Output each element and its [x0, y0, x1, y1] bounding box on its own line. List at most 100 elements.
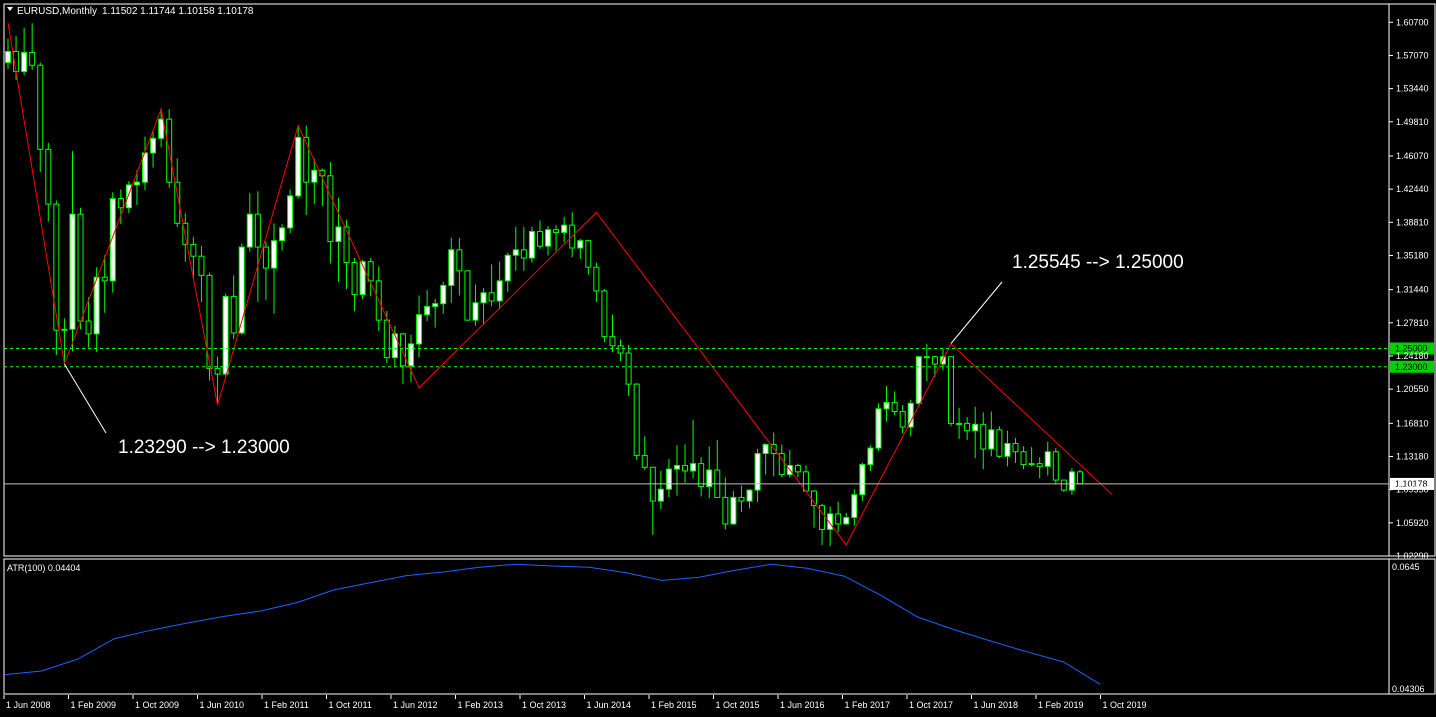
candle-body — [488, 292, 495, 302]
price-tick-label: 1.42440 — [1396, 184, 1429, 194]
candle-body — [230, 295, 237, 334]
time-tick-labels: 1 Jun 2008 1 Feb 2009 1 Oct 2009 1 Jun 2010… — [3, 695, 1147, 710]
candle-body — [698, 463, 705, 487]
candle-body — [512, 249, 519, 256]
candle-body — [577, 240, 584, 249]
candle-body — [923, 356, 930, 359]
candle-body — [690, 463, 697, 472]
candle-body — [593, 266, 600, 292]
candle-body — [972, 423, 979, 432]
candle — [915, 356, 922, 407]
candle-body — [851, 494, 858, 519]
candle — [601, 289, 608, 343]
candle — [1052, 448, 1059, 485]
candle-body — [295, 136, 302, 197]
candle-body — [45, 148, 52, 205]
candle-body — [682, 464, 689, 472]
candle — [287, 189, 294, 234]
candle-body — [794, 464, 801, 473]
candle — [464, 270, 471, 321]
candle-body — [5, 51, 11, 63]
chart-window[interactable]: 1.25000 1.23000 1.10178 1.60700 1.57070 1.53… — [0, 0, 1436, 717]
candle-body — [254, 213, 261, 248]
candle-body — [222, 295, 229, 375]
candle-body — [504, 254, 511, 282]
candle-body — [85, 320, 92, 335]
candle-body — [601, 290, 608, 338]
candle — [528, 226, 535, 263]
candle-body — [915, 356, 922, 404]
symbol-label: EURUSD,Monthly — [17, 6, 97, 17]
time-tick-label: 1 Jun 2016 — [780, 700, 825, 710]
candle — [77, 207, 84, 330]
candle-body — [891, 401, 898, 413]
time-tick-label: 1 Feb 2015 — [651, 700, 697, 710]
time-tick-label: 1 Oct 2013 — [522, 700, 566, 710]
candle-body — [1044, 451, 1051, 467]
candle-body — [456, 249, 463, 272]
candle-body — [843, 517, 850, 525]
low-note: 1.23290 --> 1.23000 — [118, 437, 290, 458]
candle-body — [53, 203, 60, 331]
time-tick-label: 1 Feb 2009 — [71, 700, 117, 710]
candle-body — [214, 368, 221, 375]
time-tick-label: 1 Oct 2019 — [1103, 700, 1147, 710]
candle-body — [77, 213, 84, 322]
candle-body — [21, 51, 28, 73]
atr-axis[interactable] — [1388, 558, 1436, 695]
time-tick-label: 1 Feb 2017 — [845, 700, 891, 710]
price-chart[interactable]: 1.250001.230001.10178 1.607001.570701.53… — [0, 0, 1436, 558]
candle-body — [875, 408, 882, 449]
price-tick-label: 1.57070 — [1396, 50, 1429, 60]
candle-body — [1068, 471, 1075, 491]
candle-body — [311, 169, 318, 183]
candle-body — [665, 468, 672, 490]
time-tick-label: 1 Oct 2015 — [716, 700, 760, 710]
candle-body — [931, 356, 938, 365]
candle-body — [343, 226, 350, 264]
candle — [996, 426, 1003, 459]
candle-body — [351, 262, 358, 296]
candle-body — [150, 137, 157, 154]
price-tick-label: 1.24180 — [1396, 351, 1429, 361]
price-tick-label: 1.16810 — [1396, 418, 1429, 428]
candle-body — [553, 229, 560, 233]
candle-body — [464, 270, 471, 321]
candle-body — [416, 314, 423, 345]
candle-body — [279, 227, 286, 242]
candle-body — [496, 280, 503, 302]
atr-label: ATR(100) 0.04404 — [7, 563, 80, 573]
atr-panel[interactable]: ATR(100) 0.04404 0.0645 0.04306 — [0, 558, 1436, 695]
candle-body — [859, 464, 866, 496]
candle-body — [69, 213, 76, 330]
candle-body — [1076, 471, 1083, 485]
price-tick-label: 1.09550 — [1396, 485, 1429, 495]
chart-header: EURUSD,Monthly 1.11502 1.11744 1.10158 1… — [7, 6, 254, 17]
candle-body — [762, 443, 769, 455]
atr-axis-bottom: 0.04306 — [1392, 684, 1425, 694]
time-tick-label: 1 Oct 2017 — [909, 700, 953, 710]
time-tick-label: 1 Jun 2014 — [587, 700, 632, 710]
candle-body — [440, 284, 447, 305]
candle-body — [391, 333, 398, 359]
candle-body — [287, 195, 294, 229]
candle-body — [1012, 443, 1019, 453]
candle-body — [673, 464, 680, 470]
time-tick-label: 1 Oct 2009 — [135, 700, 179, 710]
candle-body — [408, 343, 414, 367]
candle-body — [561, 224, 568, 233]
candle-body — [633, 383, 640, 456]
candle-body — [867, 447, 874, 466]
candle — [1060, 479, 1067, 492]
time-tick-label: 1 Feb 2013 — [458, 700, 504, 710]
price-tick-label: 1.60700 — [1396, 17, 1429, 27]
candle-body — [1036, 463, 1043, 467]
candle-body — [956, 422, 963, 425]
candle-body — [609, 336, 616, 347]
candle-body — [964, 422, 971, 432]
candle-body — [545, 229, 552, 247]
candle-body — [585, 240, 592, 268]
time-tick-label: 1 Jun 2012 — [393, 700, 438, 710]
candle-body — [29, 51, 36, 66]
price-tick-label: 1.20550 — [1396, 384, 1429, 394]
